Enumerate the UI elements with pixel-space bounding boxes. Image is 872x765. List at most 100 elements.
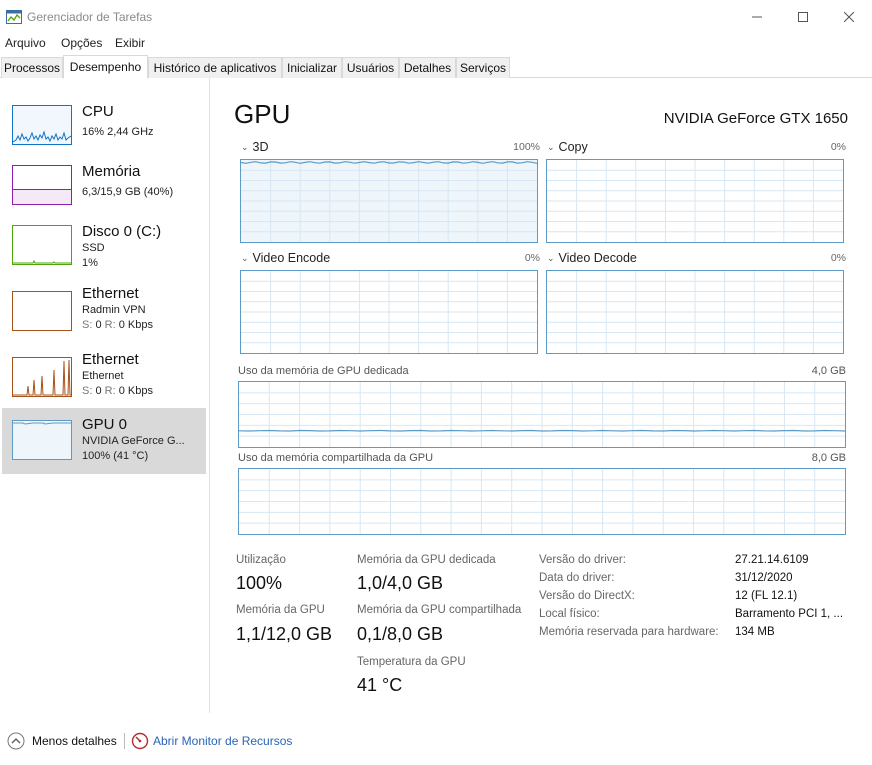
engine-video-decode-selector[interactable]: ⌄ Video Decode [547, 251, 637, 265]
chevron-down-icon: ⌄ [241, 253, 249, 263]
sidebar-ethernet-radmin-throughput: S: 0 R: 0 Kbps [82, 319, 153, 331]
chevron-down-icon: ⌄ [547, 142, 555, 152]
engine-3d-selector[interactable]: ⌄ 3D [241, 140, 269, 154]
menu-exibir[interactable]: Exibir [115, 36, 145, 50]
sidebar-item-disco[interactable]: Disco 0 (C:) SSD 1% [2, 213, 206, 279]
title-bar: Gerenciador de Tarefas [0, 0, 872, 34]
sidebar-gpu-usage: 100% (41 °C) [82, 450, 149, 462]
tab-detalhes[interactable]: Detalhes [399, 57, 456, 78]
info-key-driver-version: Versão do driver: [539, 554, 626, 566]
close-button[interactable] [826, 0, 872, 34]
gpu-thumbnail-graph [12, 420, 72, 460]
shared-stat-value: 0,1/8,0 GB [357, 624, 444, 644]
g-copy-canvas [547, 160, 843, 242]
chevron-down-icon: ⌄ [241, 142, 249, 152]
temperature-label: Temperatura da GPU [357, 656, 466, 668]
sidebar-item-ethernet-radmin[interactable]: Ethernet Radmin VPN S: 0 R: 0 Kbps [2, 279, 206, 345]
tab-usuarios[interactable]: Usuários [342, 57, 399, 78]
engine-video-decode-graph [546, 270, 844, 354]
utilization-value: 100% [236, 573, 283, 593]
open-resource-monitor-link[interactable]: Abrir Monitor de Recursos [153, 734, 292, 748]
sidebar-gpu-model: NVIDIA GeForce G... [82, 435, 185, 447]
engine-video-decode-percent: 0% [830, 252, 846, 264]
sidebar-memoria-usage: 6,3/15,9 GB (40%) [82, 186, 174, 198]
gpu-model-name: NVIDIA GeForce GTX 1650 [663, 110, 848, 127]
sidebar-cpu-usage: 16% 2,44 GHz [82, 126, 154, 138]
info-key-location: Local físico: [539, 608, 600, 620]
g-enc-canvas [241, 271, 537, 353]
task-manager-icon [6, 10, 22, 24]
sidebar-item-gpu[interactable]: GPU 0 NVIDIA GeForce G... 100% (41 °C) [2, 408, 206, 474]
shared-stat-label: Memória da GPU compartilhada [357, 604, 522, 616]
ethernet-sparkline [13, 359, 71, 396]
gpu-detail-panel: GPU NVIDIA GeForce GTX 1650 ⌄ 3D 100% ⌄ Co… [210, 78, 872, 713]
g-dec-canvas [547, 271, 843, 353]
chevron-down-icon: ⌄ [547, 253, 555, 263]
sidebar-gpu-title: GPU 0 [82, 416, 128, 433]
shared-memory-max: 8,0 GB [811, 452, 846, 464]
sidebar-ethernet-adapter: Ethernet [82, 370, 124, 382]
minimize-button[interactable] [734, 0, 780, 34]
gpu-sparkline [13, 422, 71, 425]
minimize-icon [752, 16, 762, 18]
ethernet-radmin-thumbnail-graph [12, 291, 72, 331]
info-key-reserved-memory: Memória reservada para hardware: [539, 626, 719, 638]
g-3d-canvas [241, 160, 537, 242]
gpu-memory-label: Memória da GPU [236, 604, 325, 616]
engine-copy-graph [546, 159, 844, 243]
cpu-thumbnail-graph [12, 105, 72, 145]
sidebar-disco-usage: 1% [82, 257, 98, 269]
page-title: GPU [234, 99, 291, 129]
engine-video-encode-selector[interactable]: ⌄ Video Encode [241, 251, 330, 265]
tab-processos[interactable]: Processos [1, 57, 63, 78]
maximize-icon [798, 12, 808, 22]
info-val-driver-date: 31/12/2020 [735, 572, 793, 584]
disk-thumbnail-graph [12, 225, 72, 265]
dedicated-memory-graph [238, 381, 846, 448]
disk-sparkline [13, 259, 71, 264]
info-val-reserved-memory: 134 MB [735, 626, 775, 638]
shared-memory-label: Uso da memória compartilhada da GPU [238, 452, 434, 464]
maximize-button[interactable] [780, 0, 826, 34]
g-sh-canvas [239, 469, 845, 534]
sidebar-item-ethernet[interactable]: Ethernet Ethernet S: 0 R: 0 Kbps [2, 345, 206, 411]
info-key-driver-date: Data do driver: [539, 572, 615, 584]
chevron-up-circle-icon[interactable] [7, 732, 25, 750]
ethernet-thumbnail-graph [12, 357, 72, 397]
menu-bar: Arquivo Opções Exibir [0, 34, 872, 54]
less-details-button[interactable]: Menos detalhes [32, 734, 117, 748]
temperature-value: 41 °C [357, 675, 403, 695]
g-ded-canvas [239, 382, 845, 447]
sidebar-ethernet-radmin-adapter: Radmin VPN [82, 304, 146, 316]
cpu-sparkline [12, 130, 72, 143]
dedicated-stat-label: Memória da GPU dedicada [357, 554, 496, 566]
tab-desempenho[interactable]: Desempenho [63, 55, 148, 79]
sidebar-ethernet-radmin-title: Ethernet [82, 285, 139, 302]
dedicated-memory-label: Uso da memória de GPU dedicada [238, 365, 409, 377]
g-ded-usage-line [239, 429, 845, 432]
engine-3d-percent: 100% [513, 141, 540, 153]
close-icon [844, 12, 854, 22]
gpu-memory-value: 1,1/12,0 GB [236, 624, 333, 644]
resource-monitor-icon[interactable] [131, 732, 149, 750]
engine-copy-selector[interactable]: ⌄ Copy [547, 140, 588, 154]
footer-divider [124, 733, 125, 749]
tab-inicializar[interactable]: Inicializar [282, 57, 342, 78]
sidebar-disco-title: Disco 0 (C:) [82, 223, 162, 240]
footer-bar: Menos detalhes Abrir Monitor de Recursos [0, 713, 872, 765]
sidebar-ethernet-throughput: S: 0 R: 0 Kbps [82, 385, 153, 397]
tab-historico[interactable]: Histórico de aplicativos [148, 57, 282, 78]
window-title: Gerenciador de Tarefas [27, 10, 153, 24]
dedicated-stat-value: 1,0/4,0 GB [357, 573, 444, 593]
engine-3d-graph [240, 159, 538, 243]
menu-opcoes[interactable]: Opções [61, 36, 102, 50]
sidebar-memoria-title: Memória [82, 163, 141, 180]
menu-arquivo[interactable]: Arquivo [5, 36, 46, 50]
shared-memory-graph [238, 468, 846, 535]
engine-video-encode-graph [240, 270, 538, 354]
dedicated-memory-max: 4,0 GB [811, 365, 846, 377]
sidebar-disco-type: SSD [82, 242, 105, 254]
tab-servicos[interactable]: Serviços [456, 57, 510, 78]
sidebar-item-memoria[interactable]: Memória 6,3/15,9 GB (40%) [2, 153, 206, 219]
sidebar-item-cpu[interactable]: CPU 16% 2,44 GHz [2, 93, 206, 159]
